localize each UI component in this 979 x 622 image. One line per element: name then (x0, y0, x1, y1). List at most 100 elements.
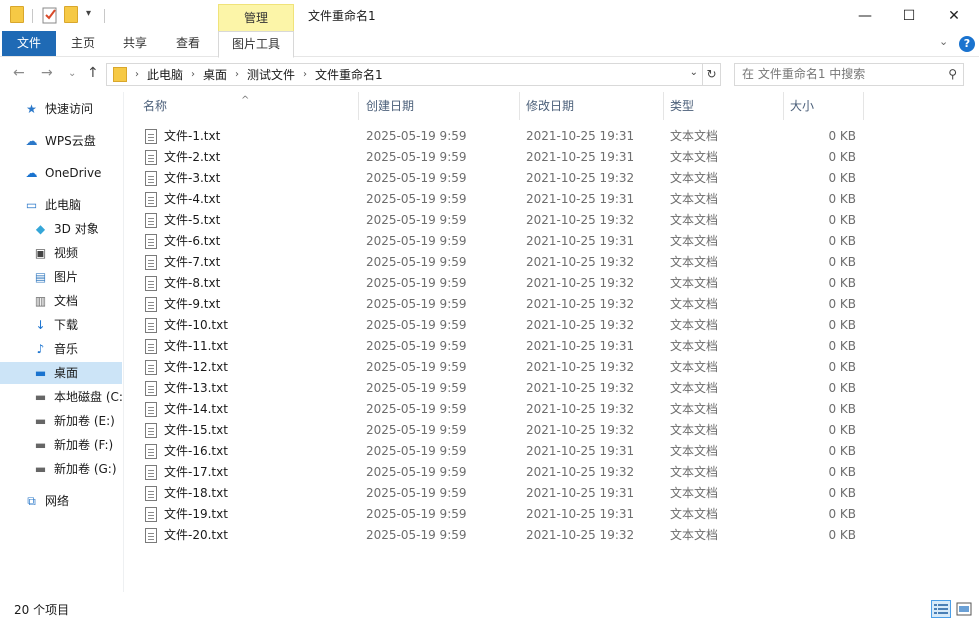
file-row[interactable]: 文件-12.txt 2025-05-19 9:59 2021-10-25 19:32… (125, 357, 979, 378)
recent-locations-chevron-icon[interactable]: ⌄ (68, 68, 76, 79)
file-created-date: 2025-05-19 9:59 (366, 381, 467, 395)
file-row[interactable]: 文件-14.txt 2025-05-19 9:59 2021-10-25 19:32… (125, 399, 979, 420)
file-row[interactable]: 文件-7.txt 2025-05-19 9:59 2021-10-25 19:32 文… (125, 252, 979, 273)
chevron-right-icon[interactable]: › (135, 69, 139, 80)
file-type: 文本文档 (670, 129, 719, 143)
file-name: 文件-20.txt (164, 528, 228, 542)
sidebar-item[interactable]: ☁ OneDrive (0, 162, 122, 184)
file-row[interactable]: 文件-6.txt 2025-05-19 9:59 2021-10-25 19:31 文… (125, 231, 979, 252)
file-size: 0 KB (828, 402, 856, 416)
sidebar-item[interactable]: ☁ WPS云盘 (0, 130, 122, 152)
file-name: 文件-19.txt (164, 507, 228, 521)
up-arrow-icon[interactable]: ↑ (87, 65, 99, 81)
large-icons-view-icon[interactable] (954, 600, 974, 618)
text-file-icon (145, 339, 157, 354)
file-row[interactable]: 文件-16.txt 2025-05-19 9:59 2021-10-25 19:31… (125, 441, 979, 462)
breadcrumb-current-folder[interactable]: 文件重命名1 (315, 66, 383, 83)
file-row[interactable]: 文件-2.txt 2025-05-19 9:59 2021-10-25 19:31 文… (125, 147, 979, 168)
file-name: 文件-14.txt (164, 402, 228, 416)
sidebar-item[interactable]: ▬ 本地磁盘 (C: (0, 386, 122, 408)
search-icon[interactable]: ⚲ (948, 64, 957, 85)
sidebar-item[interactable]: ★ 快速访问 (0, 98, 122, 120)
file-row[interactable]: 文件-8.txt 2025-05-19 9:59 2021-10-25 19:32 文… (125, 273, 979, 294)
file-name: 文件-7.txt (164, 255, 221, 269)
sidebar-item[interactable]: ▬ 新加卷 (G:) (0, 458, 122, 480)
column-header-created[interactable]: 创建日期 (360, 92, 520, 120)
file-row[interactable]: 文件-1.txt 2025-05-19 9:59 2021-10-25 19:31 文… (125, 126, 979, 147)
file-row[interactable]: 文件-3.txt 2025-05-19 9:59 2021-10-25 19:32 文… (125, 168, 979, 189)
chevron-down-icon[interactable]: ⌄ (690, 67, 698, 78)
help-icon[interactable]: ? (959, 36, 975, 52)
ribbon-collapse-icon[interactable]: ⌄ (939, 35, 948, 48)
sidebar-item[interactable]: ▤ 图片 (0, 266, 122, 288)
column-header-type[interactable]: 类型 (664, 92, 784, 120)
sidebar-item[interactable]: ▬ 桌面 (0, 362, 122, 384)
chevron-right-icon[interactable]: › (191, 69, 195, 80)
tab-view[interactable]: 查看 (166, 31, 210, 56)
sidebar-item[interactable]: ▬ 新加卷 (F:) (0, 434, 122, 456)
file-created-date: 2025-05-19 9:59 (366, 297, 467, 311)
text-file-icon (145, 360, 157, 375)
tab-home[interactable]: 主页 (62, 31, 104, 56)
file-row[interactable]: 文件-20.txt 2025-05-19 9:59 2021-10-25 19:32… (125, 525, 979, 546)
sidebar-item[interactable]: ⧉ 网络 (0, 490, 122, 512)
tab-file[interactable]: 文件 (2, 31, 56, 56)
tab-picture-tools[interactable]: 图片工具 (218, 31, 294, 58)
column-label: 名称 (143, 99, 168, 113)
file-row[interactable]: 文件-17.txt 2025-05-19 9:59 2021-10-25 19:32… (125, 462, 979, 483)
sidebar-item[interactable]: ♪ 音乐 (0, 338, 122, 360)
chevron-right-icon[interactable]: › (235, 69, 239, 80)
file-modified-date: 2021-10-25 19:32 (526, 528, 635, 542)
breadcrumb-test-files[interactable]: 测试文件 (247, 66, 295, 83)
sidebar-item[interactable]: ▭ 此电脑 (0, 194, 122, 216)
file-modified-date: 2021-10-25 19:31 (526, 192, 635, 206)
column-header-modified[interactable]: 修改日期 (520, 92, 664, 120)
chevron-right-icon[interactable]: › (303, 69, 307, 80)
file-row[interactable]: 文件-18.txt 2025-05-19 9:59 2021-10-25 19:31… (125, 483, 979, 504)
file-type: 文本文档 (670, 507, 719, 521)
sidebar-item[interactable]: ◆ 3D 对象 (0, 218, 122, 240)
text-file-icon (145, 192, 157, 207)
file-type: 文本文档 (670, 402, 719, 416)
file-row[interactable]: 文件-4.txt 2025-05-19 9:59 2021-10-25 19:31 文… (125, 189, 979, 210)
file-type: 文本文档 (670, 213, 719, 227)
file-row[interactable]: 文件-15.txt 2025-05-19 9:59 2021-10-25 19:32… (125, 420, 979, 441)
minimize-button[interactable]: — (843, 0, 887, 31)
customize-toolbar-icon[interactable]: ▾ (86, 8, 102, 26)
column-header-name[interactable]: 名称 ^ (137, 92, 359, 120)
tab-share[interactable]: 共享 (114, 31, 156, 56)
search-input[interactable]: 在 文件重命名1 中搜索 ⚲ (734, 63, 964, 86)
file-row[interactable]: 文件-19.txt 2025-05-19 9:59 2021-10-25 19:31… (125, 504, 979, 525)
address-bar[interactable]: › 此电脑 › 桌面 › 测试文件 › 文件重命名1 ⌄ (106, 63, 703, 86)
file-created-date: 2025-05-19 9:59 (366, 402, 467, 416)
file-row[interactable]: 文件-10.txt 2025-05-19 9:59 2021-10-25 19:32… (125, 315, 979, 336)
breadcrumb-desktop[interactable]: 桌面 (203, 66, 227, 83)
file-row[interactable]: 文件-5.txt 2025-05-19 9:59 2021-10-25 19:32 文… (125, 210, 979, 231)
refresh-icon[interactable]: ↻ (703, 63, 721, 86)
file-row[interactable]: 文件-13.txt 2025-05-19 9:59 2021-10-25 19:32… (125, 378, 979, 399)
sidebar-item[interactable]: ▥ 文档 (0, 290, 122, 312)
text-file-icon (145, 297, 157, 312)
sidebar-item-label: 新加卷 (E:) (54, 414, 115, 428)
column-header-size[interactable]: 大小 (784, 92, 864, 120)
properties-icon[interactable] (42, 6, 58, 24)
ribbon-tabs: 文件 主页 共享 查看 图片工具 ⌄ ? (0, 31, 979, 58)
file-modified-date: 2021-10-25 19:31 (526, 339, 635, 353)
close-button[interactable]: ✕ (932, 0, 976, 31)
new-folder-icon[interactable] (64, 6, 80, 24)
sidebar-item-label: OneDrive (45, 166, 102, 180)
file-list: 名称 ^ 创建日期 修改日期 类型 大小 文件-1.txt 2025-05-19 … (125, 92, 979, 592)
file-name: 文件-4.txt (164, 192, 221, 206)
sidebar-item[interactable]: ↓ 下载 (0, 314, 122, 336)
sidebar-item[interactable]: ▣ 视频 (0, 242, 122, 264)
back-arrow-icon[interactable]: ← (13, 65, 25, 81)
text-file-icon (145, 234, 157, 249)
details-view-icon[interactable] (931, 600, 951, 618)
sidebar-item[interactable]: ▬ 新加卷 (E:) (0, 410, 122, 432)
search-placeholder: 在 文件重命名1 中搜索 (742, 67, 866, 81)
breadcrumb-this-pc[interactable]: 此电脑 (147, 66, 183, 83)
file-row[interactable]: 文件-9.txt 2025-05-19 9:59 2021-10-25 19:32 文… (125, 294, 979, 315)
maximize-button[interactable]: ☐ (887, 0, 931, 31)
file-row[interactable]: 文件-11.txt 2025-05-19 9:59 2021-10-25 19:31… (125, 336, 979, 357)
forward-arrow-icon[interactable]: → (41, 65, 53, 81)
